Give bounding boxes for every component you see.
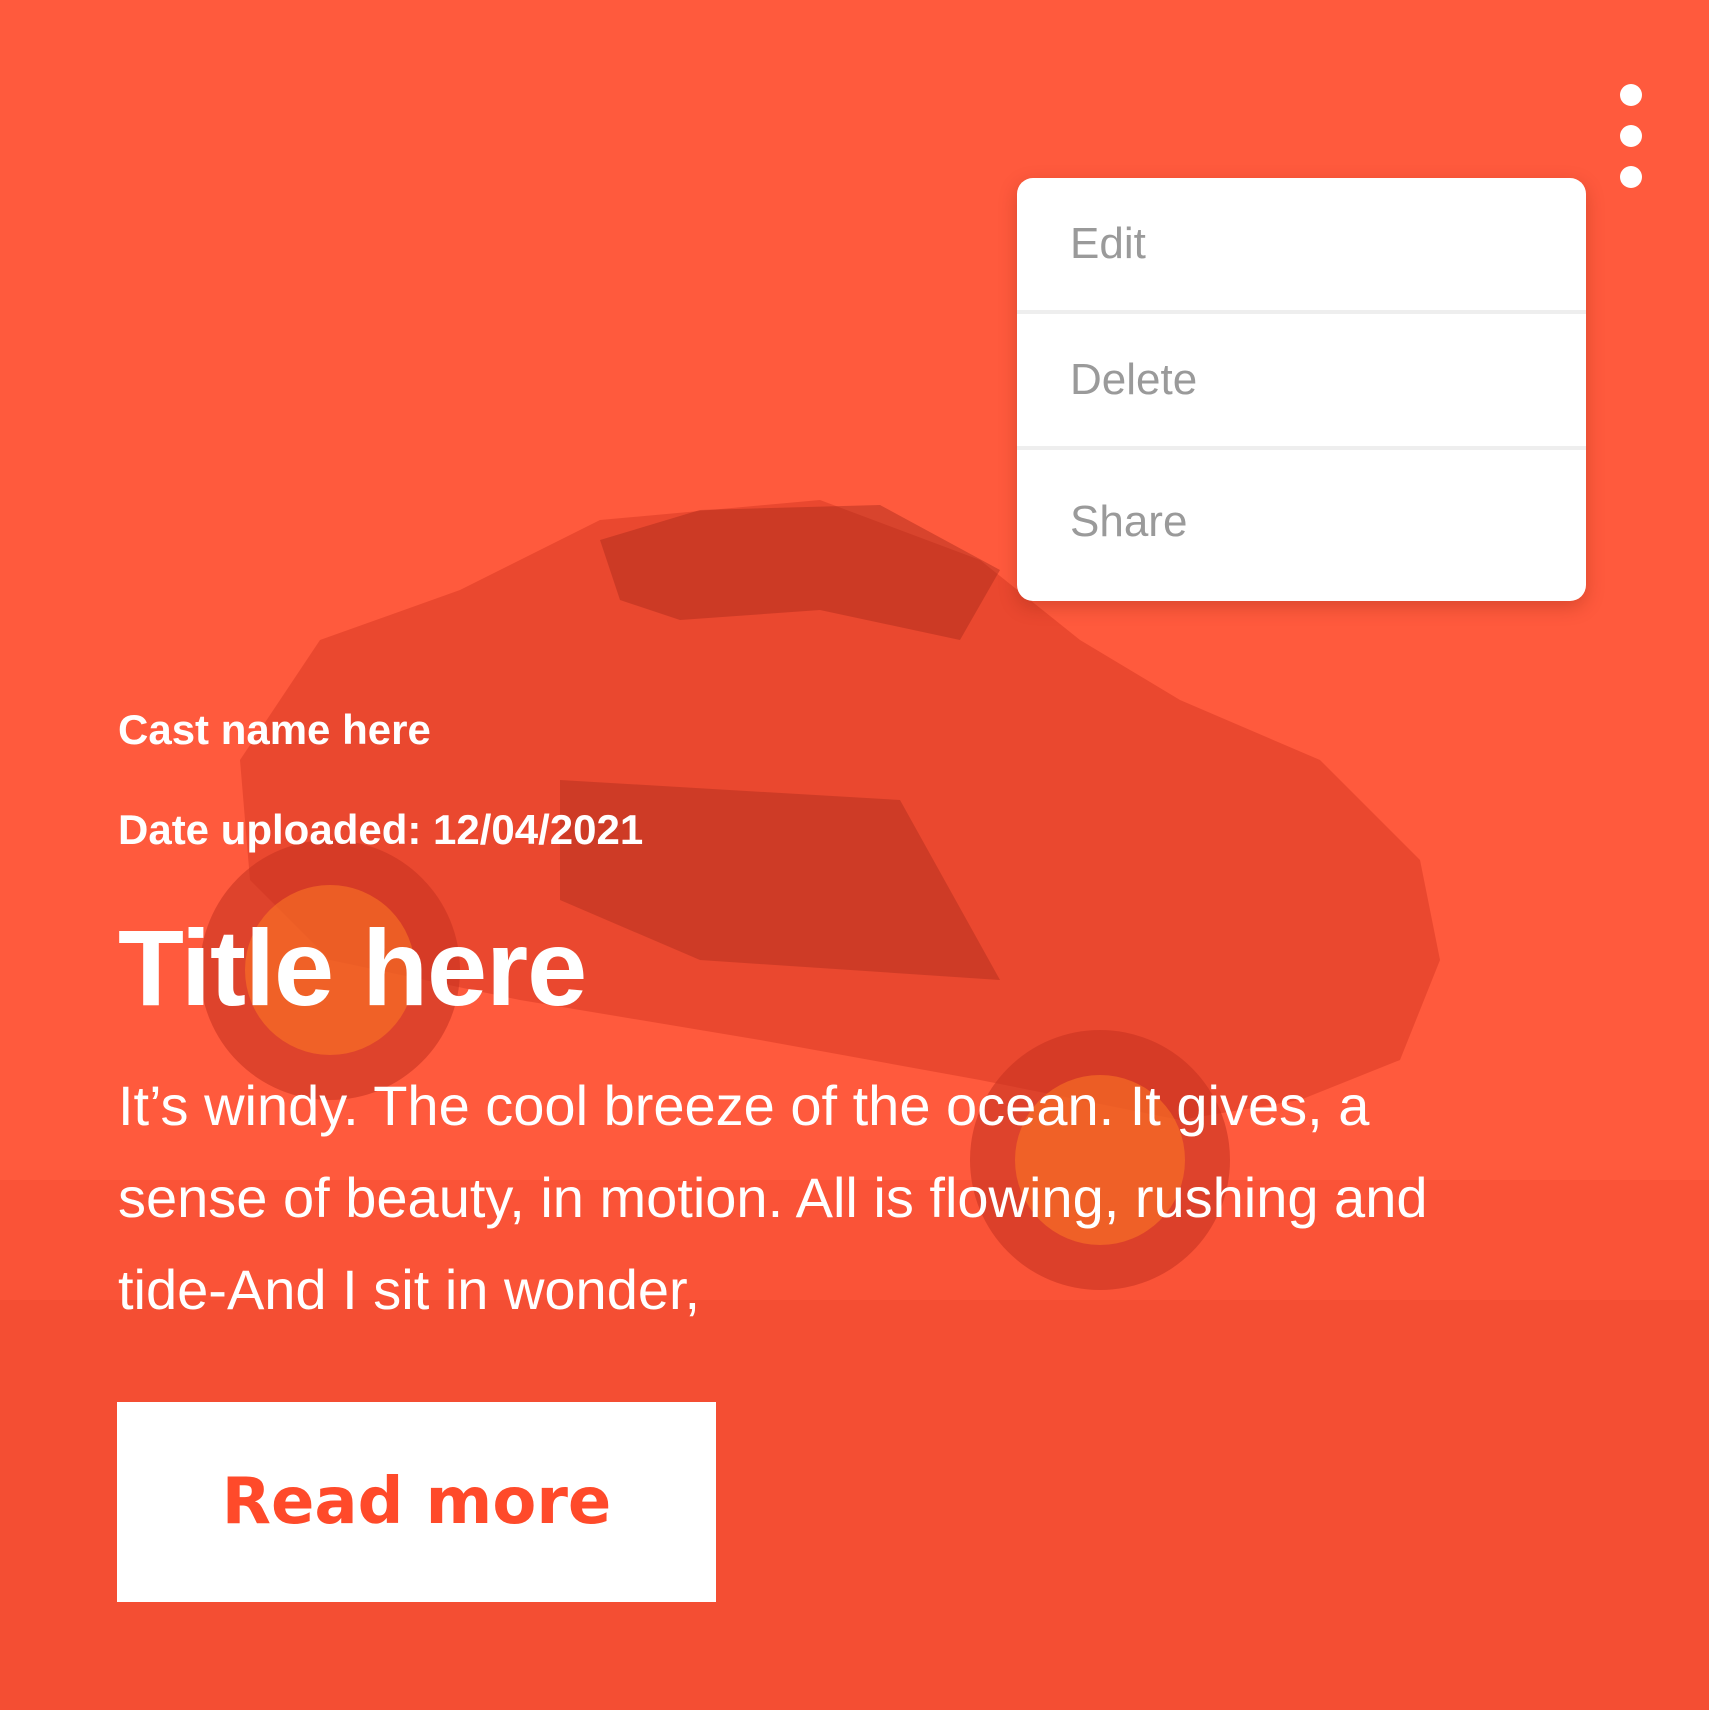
more-vertical-icon — [1620, 84, 1642, 106]
menu-item-delete[interactable]: Delete — [1017, 314, 1586, 450]
more-vertical-icon-dot — [1620, 166, 1642, 188]
post-excerpt: It’s windy. The cool breeze of the ocean… — [118, 1074, 1428, 1321]
post-title: Title here — [118, 907, 587, 1028]
options-menu: Edit Delete Share — [1017, 178, 1586, 601]
cast-name: Cast name here — [118, 706, 431, 753]
post-content: Cast name here Date uploaded: 12/04/2021… — [118, 700, 1478, 1336]
more-vertical-icon-dot — [1620, 125, 1642, 147]
post-card: Edit Delete Share Cast name here Date up… — [0, 0, 1709, 1710]
more-options-button[interactable] — [1605, 84, 1657, 188]
menu-item-edit[interactable]: Edit — [1017, 178, 1586, 314]
read-more-button[interactable]: Read more — [117, 1402, 716, 1602]
menu-item-share[interactable]: Share — [1017, 450, 1586, 593]
upload-date: Date uploaded: 12/04/2021 — [118, 806, 644, 853]
